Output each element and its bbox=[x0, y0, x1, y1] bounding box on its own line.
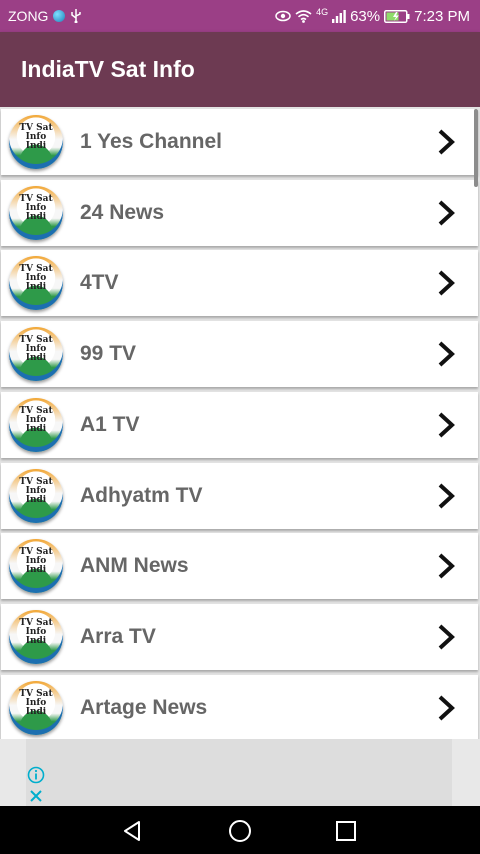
wifi-icon bbox=[295, 9, 312, 23]
logo-text: Indi bbox=[25, 141, 47, 151]
clock: 7:23 PM bbox=[414, 7, 470, 25]
battery-charging-icon bbox=[384, 9, 410, 23]
logo-text: Indi bbox=[25, 211, 47, 222]
browser-notification-icon bbox=[53, 10, 66, 22]
channel-name: 4TV bbox=[80, 271, 119, 295]
ad-content[interactable] bbox=[26, 739, 452, 806]
channel-name: 24 News bbox=[80, 200, 165, 224]
logo-text: Indi bbox=[25, 353, 47, 364]
channel-name: Artage News bbox=[80, 695, 208, 719]
channel-logo: TV Sat Info Indi bbox=[9, 539, 63, 594]
channel-logo: TV Sat Info Indi bbox=[9, 185, 63, 240]
channel-row[interactable]: TV Sat Info Indi Arra TV bbox=[1, 603, 478, 670]
status-bar-right: 4G 63% 7:23 PM bbox=[275, 0, 470, 32]
close-icon[interactable] bbox=[27, 787, 45, 805]
channel-name: Arra TV bbox=[80, 624, 156, 648]
info-icon[interactable] bbox=[27, 766, 45, 784]
channel-row[interactable]: TV Sat Info Indi ANM News bbox=[1, 533, 478, 600]
channel-name: 1 Yes Channel bbox=[80, 130, 223, 153]
scrollbar[interactable] bbox=[474, 109, 478, 187]
status-bar: ZONG 4G 63% 7:23 PM bbox=[0, 0, 480, 32]
chevron-right-icon[interactable] bbox=[432, 623, 460, 651]
eye-icon bbox=[275, 10, 291, 22]
channel-list[interactable]: TV Sat Info Indi 1 Yes Channel TV Sat Info Ind… bbox=[0, 107, 480, 739]
chevron-right-icon[interactable] bbox=[432, 411, 460, 439]
chevron-right-icon[interactable] bbox=[432, 269, 460, 297]
status-bar-left: ZONG bbox=[8, 0, 82, 32]
chevron-right-icon[interactable] bbox=[432, 552, 460, 580]
signal-icon bbox=[332, 9, 346, 23]
channel-row[interactable]: TV Sat Info Indi 4TV bbox=[1, 250, 478, 317]
chevron-right-icon[interactable] bbox=[432, 482, 460, 510]
channel-row[interactable]: TV Sat Info Indi 24 News bbox=[1, 179, 478, 246]
channel-logo: TV Sat Info Indi bbox=[9, 256, 63, 311]
channel-logo: TV Sat Info Indi bbox=[9, 468, 63, 523]
channel-logo: TV Sat Info Indi bbox=[9, 397, 63, 452]
channel-row[interactable]: TV Sat Info Indi A1 TV bbox=[1, 391, 478, 458]
ad-banner[interactable] bbox=[0, 739, 480, 806]
battery-percent: 63% bbox=[350, 7, 381, 25]
system-navigation-bar bbox=[0, 806, 480, 854]
channel-logo: TV Sat Info Indi bbox=[9, 680, 63, 735]
chevron-right-icon[interactable] bbox=[432, 128, 460, 156]
carrier-name: ZONG bbox=[8, 8, 49, 24]
logo-text: Indi bbox=[25, 494, 47, 505]
logo-text: Indi bbox=[25, 706, 47, 717]
app-title: IndiaTV Sat Info bbox=[21, 56, 195, 82]
network-type: 4G bbox=[316, 7, 329, 17]
usb-icon bbox=[71, 9, 82, 23]
channel-name: ANM News bbox=[80, 554, 189, 578]
logo-text: Indi bbox=[25, 423, 47, 434]
logo-text: Indi bbox=[25, 635, 47, 646]
channel-name: A1 TV bbox=[80, 412, 140, 436]
channel-name: 99 TV bbox=[80, 342, 137, 366]
channel-logo: TV Sat Info Indi bbox=[9, 327, 63, 382]
chevron-right-icon[interactable] bbox=[432, 694, 460, 722]
channel-logo: TV Sat Info Indi bbox=[9, 115, 63, 169]
channel-row[interactable]: TV Sat Info Indi Artage News bbox=[1, 674, 478, 739]
logo-text: Indi bbox=[25, 282, 47, 293]
chevron-right-icon[interactable] bbox=[432, 340, 460, 368]
chevron-right-icon[interactable] bbox=[432, 199, 460, 227]
recents-icon[interactable] bbox=[333, 818, 359, 844]
logo-text: Indi bbox=[25, 565, 47, 576]
back-icon[interactable] bbox=[120, 818, 146, 844]
app-bar: IndiaTV Sat Info bbox=[0, 32, 480, 107]
channel-logo: TV Sat Info Indi bbox=[9, 609, 63, 664]
channel-row[interactable]: TV Sat Info Indi 1 Yes Channel bbox=[1, 109, 478, 175]
channel-name: Adhyatm TV bbox=[80, 483, 203, 507]
home-icon[interactable] bbox=[227, 818, 253, 844]
channel-row[interactable]: TV Sat Info Indi Adhyatm TV bbox=[1, 462, 478, 529]
channel-row[interactable]: TV Sat Info Indi 99 TV bbox=[1, 321, 478, 388]
